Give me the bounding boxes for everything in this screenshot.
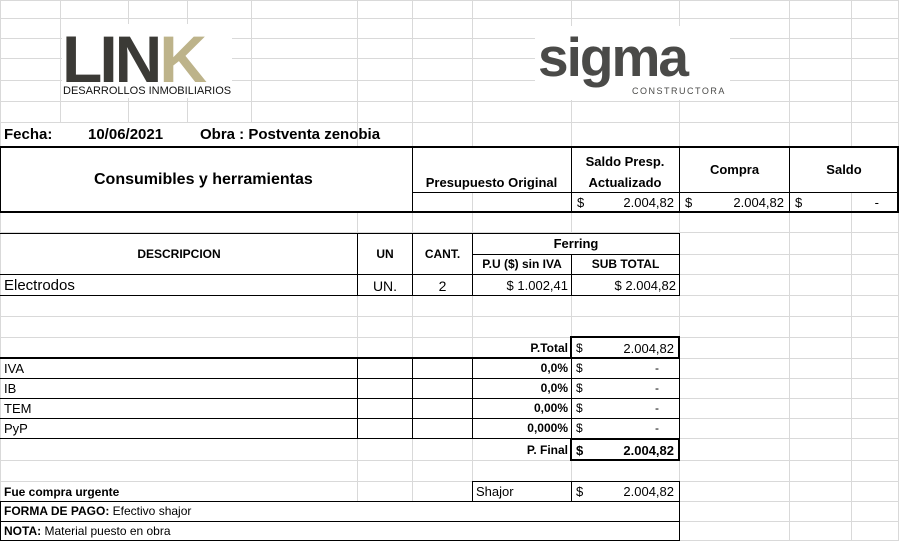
border	[678, 438, 680, 461]
nota-label: NOTA:	[4, 524, 42, 538]
fecha-value: 10/06/2021	[88, 126, 164, 143]
link-logo-word: LINK	[62, 22, 207, 96]
border	[0, 295, 680, 296]
forma-pago-label: FORMA DE PAGO:	[4, 504, 110, 518]
urgente-label: Fue compra urgente	[4, 485, 120, 499]
presupuesto-label: Presupuesto Original	[425, 175, 558, 190]
sigma-logo-subtitle: CONSTRUCTORA	[632, 86, 726, 96]
tax-label: IVA	[4, 361, 24, 376]
link-logo-subtitle: DESARROLLOS INMOBILIARIOS	[63, 85, 232, 97]
border	[472, 481, 473, 501]
row-descripcion[interactable]: Electrodos	[4, 278, 75, 293]
border	[679, 358, 680, 439]
border	[0, 211, 899, 213]
nota-value[interactable]: Material puesto en obra	[44, 524, 170, 538]
urgente-value[interactable]: 2.004,82	[580, 485, 674, 498]
border	[0, 398, 680, 399]
border	[0, 146, 899, 148]
saldo-label: Saldo	[826, 162, 862, 177]
ptotal-value[interactable]: 2.004,82	[580, 342, 674, 355]
budget-title: Consumibles y herramientas	[94, 171, 313, 188]
urgente-supplier[interactable]: Shajor	[476, 485, 514, 498]
fecha-label: Fecha:	[4, 126, 53, 143]
tax-pct[interactable]: 0,0%	[473, 362, 568, 374]
forma-pago-row[interactable]: FORMA DE PAGO: Efectivo shajor	[4, 505, 191, 517]
nota-row[interactable]: NOTA: Material puesto en obra	[4, 525, 171, 537]
col-descripcion: DESCRIPCION	[137, 247, 221, 261]
border	[0, 233, 680, 234]
tax-pct[interactable]: 0,00%	[473, 402, 568, 414]
tax-pct[interactable]: 0,000%	[473, 422, 568, 434]
gridline	[0, 481, 899, 482]
border	[570, 438, 680, 440]
saldo-presp-label-2: Actualizado	[588, 175, 662, 190]
border	[412, 192, 899, 193]
border	[571, 481, 572, 501]
col-cant: CANT.	[424, 247, 461, 261]
spreadsheet-sheet: LINK DESARROLLOS INMOBILIARIOS sigma CON…	[0, 0, 899, 541]
border	[0, 357, 680, 359]
border	[0, 274, 680, 275]
sigma-logo-word: sigma	[538, 26, 689, 88]
col-un: UN	[376, 247, 394, 261]
border	[678, 336, 680, 358]
tax-value[interactable]: -	[580, 422, 659, 434]
border	[570, 336, 680, 338]
compra-value[interactable]: 2.004,82	[690, 196, 784, 209]
pfinal-value[interactable]: 2.004,82	[580, 444, 674, 457]
border	[570, 459, 680, 461]
border	[357, 358, 358, 439]
gridline	[0, 316, 899, 317]
saldo-presp-label-1: Saldo Presp.	[585, 154, 665, 169]
tax-value[interactable]: -	[580, 382, 659, 394]
tax-label: PyP	[4, 421, 28, 436]
gridline	[0, 101, 899, 102]
border	[0, 378, 680, 379]
border	[0, 418, 680, 419]
gridline	[0, 460, 899, 461]
ptotal-label: P.Total	[530, 341, 568, 355]
border	[472, 254, 680, 255]
gridline	[0, 18, 899, 19]
gridline	[0, 122, 899, 123]
row-cant[interactable]: 2	[413, 279, 472, 293]
tax-label: IB	[4, 381, 17, 396]
compra-label: Compra	[709, 162, 760, 177]
forma-pago-value[interactable]: Efectivo shajor	[113, 504, 192, 518]
row-subtotal[interactable]: $ 2.004,82	[572, 279, 676, 292]
col-subtotal: SUB TOTAL	[591, 257, 660, 271]
border	[679, 233, 680, 296]
obra-title: Obra : Postventa zenobia	[200, 126, 381, 143]
tax-value[interactable]: -	[580, 402, 659, 414]
saldo-presp-value[interactable]: 2.004,82	[580, 196, 674, 209]
border	[570, 336, 572, 358]
tax-label: TEM	[4, 401, 32, 416]
row-pu[interactable]: $ 1.002,41	[473, 279, 568, 292]
tax-value[interactable]: -	[580, 362, 659, 374]
border	[571, 358, 572, 439]
supplier-name: Ferring	[553, 236, 599, 251]
gridline	[0, 337, 899, 338]
pfinal-label: P. Final	[526, 443, 568, 457]
border	[570, 438, 572, 461]
col-pu: P.U ($) sin IVA	[482, 257, 562, 271]
border	[0, 146, 1, 212]
border	[679, 146, 680, 212]
row-un[interactable]: UN.	[358, 279, 412, 293]
border	[679, 481, 680, 541]
border	[412, 358, 413, 439]
border	[472, 481, 680, 482]
gridline	[0, 0, 899, 1]
tax-pct[interactable]: 0,0%	[473, 382, 568, 394]
border	[789, 146, 790, 212]
saldo-value[interactable]: -	[800, 196, 879, 209]
